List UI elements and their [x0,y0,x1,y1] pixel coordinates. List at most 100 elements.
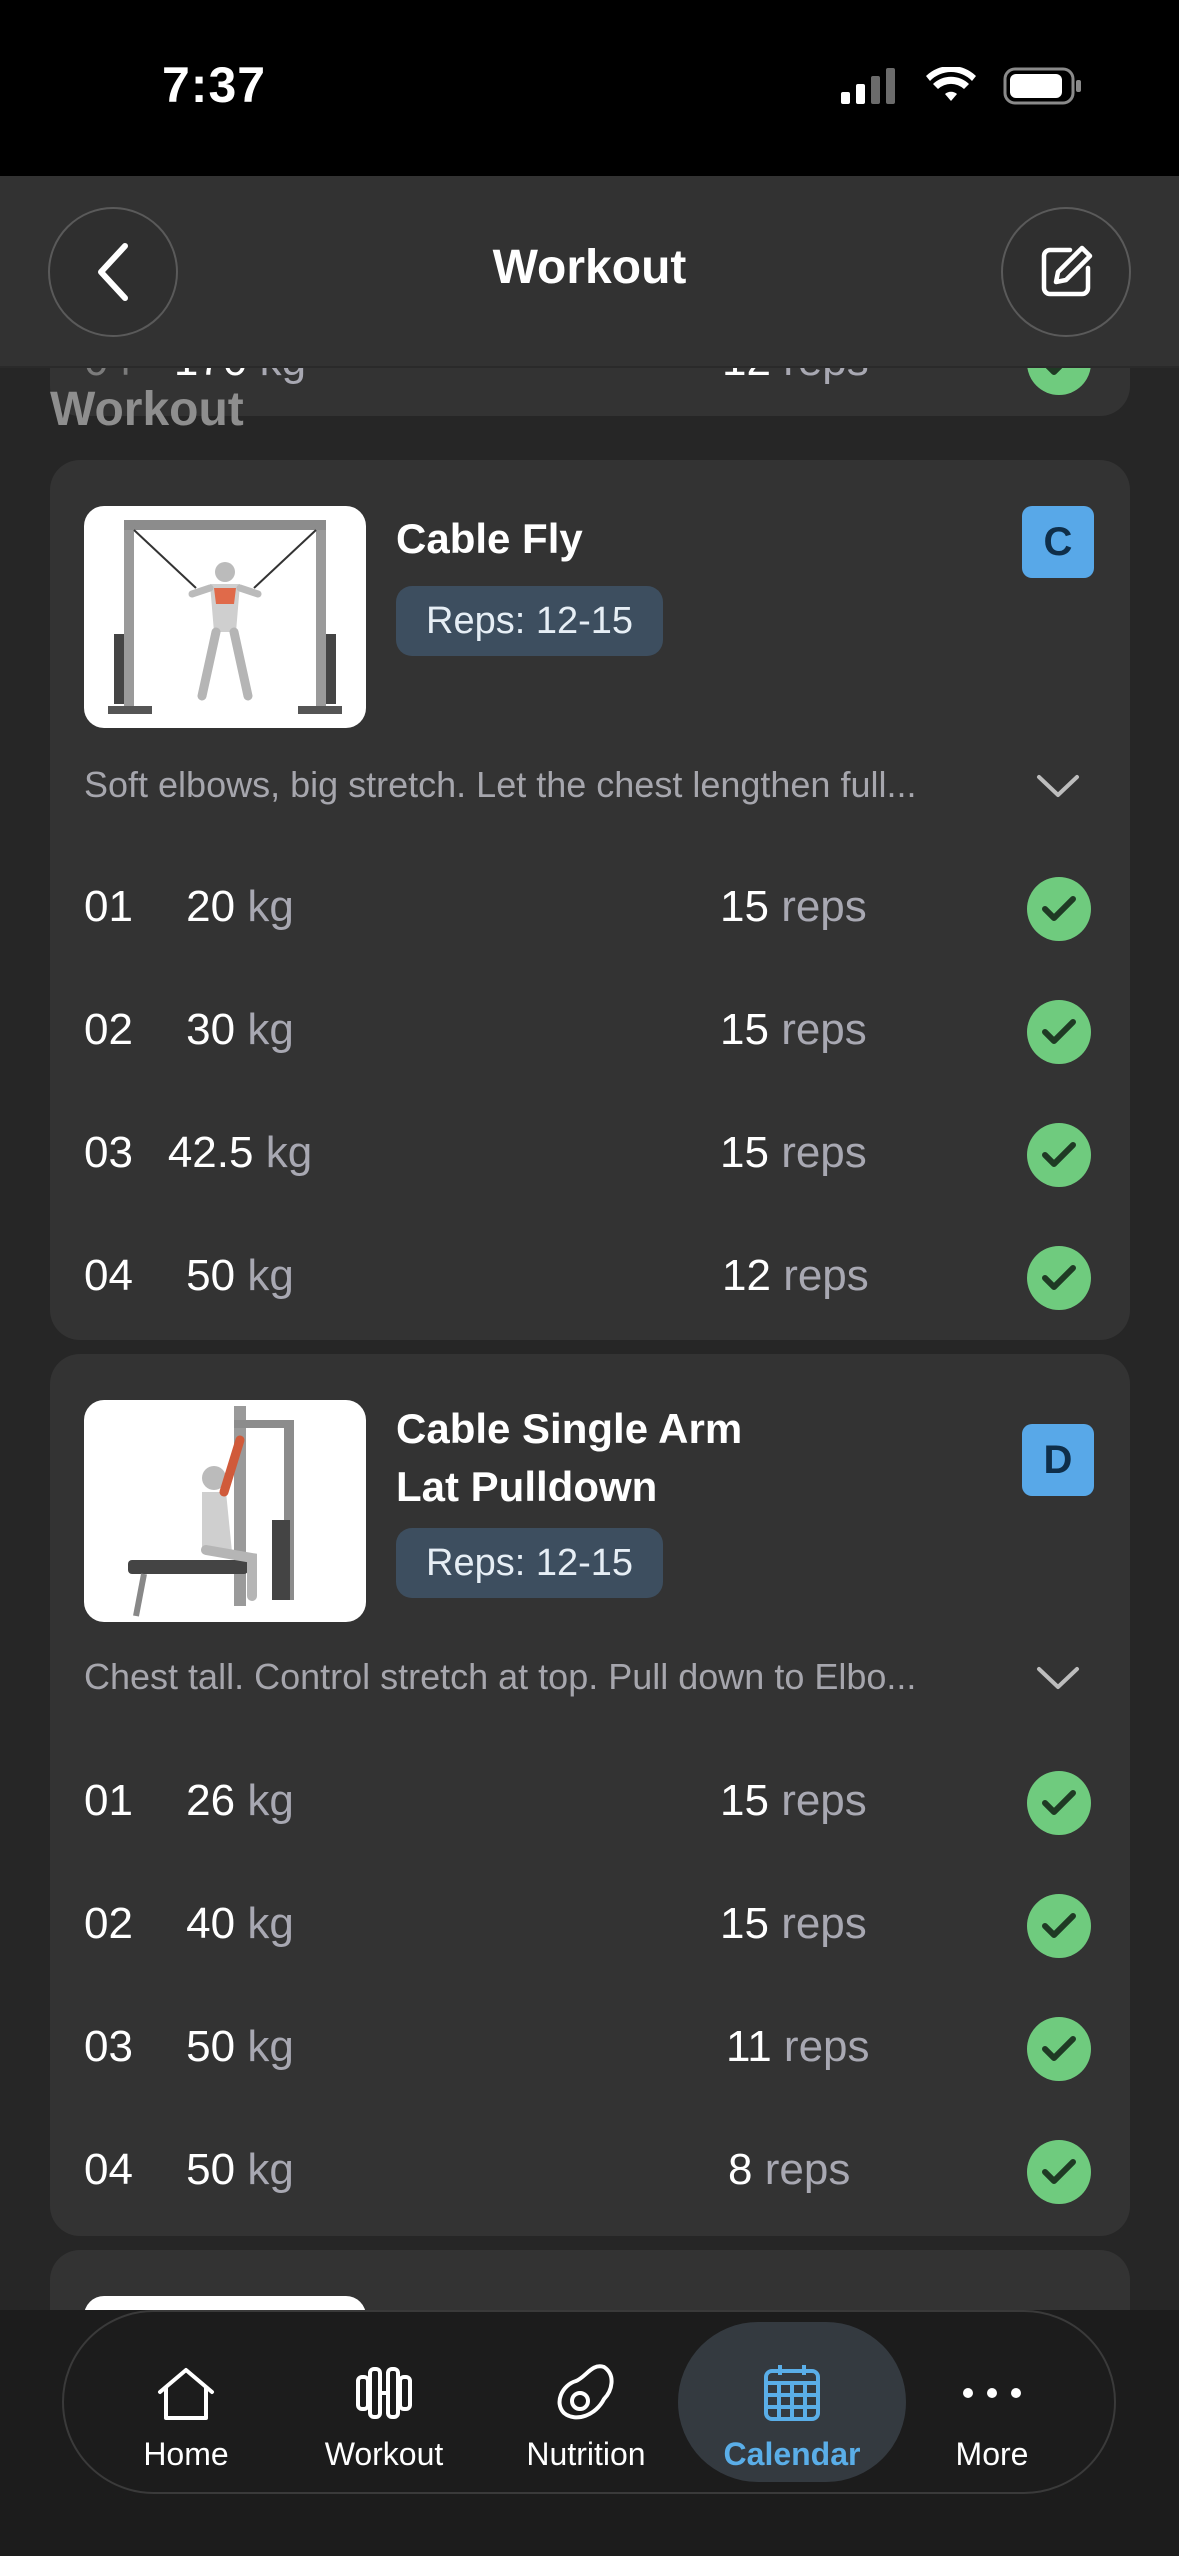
nav-label: More [955,2436,1029,2472]
set-row[interactable]: 04 50 kg 8 reps [50,2111,1130,2234]
reps-value: 15 [720,1899,769,1948]
battery-icon [1003,67,1081,105]
set-complete-check[interactable] [1027,1771,1091,1835]
set-complete-check[interactable] [1027,1000,1091,1064]
reps-value: 11 [726,2022,772,2071]
edit-icon [1041,245,1093,297]
nav-calendar[interactable]: Calendar [678,2322,906,2482]
nav-home[interactable]: Home [86,2322,286,2482]
reps-unit: reps [781,1899,867,1948]
weight-unit: kg [247,1899,294,1948]
set-weight: 50 kg [50,2022,430,2072]
set-complete-check[interactable] [1027,1246,1091,1310]
exercise-image[interactable] [84,1400,366,1622]
weight-value: 42.5 [167,1128,254,1177]
exercise-image[interactable] [84,2296,366,2310]
check-icon [1042,2159,1076,2184]
superset-badge: C [1022,506,1094,578]
reps-value: 8 [728,2145,753,2194]
check-icon [1042,1019,1076,1044]
lat-pulldown-illustration [128,1406,294,1617]
check-icon [1042,1790,1076,1815]
avocado-icon [551,2358,621,2428]
nav-nutrition[interactable]: Nutrition [486,2322,686,2482]
nav-label: Home [143,2436,229,2472]
workout-scroll-area[interactable]: Workout 04 170 kg 12 reps [0,368,1179,2310]
exercise-image[interactable] [84,506,366,728]
reps-unit: reps [781,1005,867,1054]
set-row[interactable]: 04 50 kg 12 reps [50,1217,1130,1340]
reps-unit: reps [783,1251,869,1300]
weight-value: 20 [186,882,236,931]
signal-icon [841,68,895,104]
reps-unit: reps [781,1776,867,1825]
nav-label: Workout [324,2436,444,2472]
superset-badge: D [1022,1424,1094,1496]
set-weight: 50 kg [50,1251,430,1301]
weight-value: 40 [186,1899,236,1948]
check-icon [1042,896,1076,921]
top-header: Workout [0,176,1179,368]
reps-value: 15 [720,1005,769,1054]
set-weight: 20 kg [50,882,430,932]
set-row[interactable]: 01 26 kg 15 reps [50,1742,1130,1865]
status-icons [841,64,1083,108]
exercise-card-cable-fly: Cable Fly Reps: 12-15 C Soft elbows, big… [50,460,1130,1340]
nav-label: Nutrition [526,2436,646,2472]
set-complete-check[interactable] [1027,2017,1091,2081]
reps-value: 15 [720,1776,769,1825]
set-weight: 42.5 kg [50,1128,430,1178]
reps-target-pill: Reps: 12-15 [396,586,664,656]
status-bar: 7:37 [0,0,1179,176]
chevron-down-icon [1037,1667,1079,1689]
set-weight: 30 kg [50,1005,430,1055]
exercise-name: Cable Fly [396,515,583,562]
set-complete-check[interactable] [1027,368,1091,395]
set-row[interactable]: 03 42.5 kg 15 reps [50,1094,1130,1217]
exercise-card-single-arm-lat-pulldown: Cable Single Arm Lat Pulldown Reps: 12-1… [50,1354,1130,2236]
weight-unit: kg [247,2145,294,2194]
set-complete-check[interactable] [1027,1123,1091,1187]
reps-unit: reps [783,368,869,385]
weight-value: 50 [186,2145,236,2194]
set-weight: 40 kg [50,1899,430,1949]
exercise-note[interactable]: Chest tall. Control stretch at top. Pull… [84,1656,1004,1698]
weight-value: 50 [186,2022,236,2071]
weight-unit: kg [247,1776,294,1825]
reps-value: 12 [722,1251,771,1300]
set-complete-check[interactable] [1027,877,1091,941]
weight-unit: kg [247,2022,294,2071]
set-complete-check[interactable] [1027,2140,1091,2204]
set-row[interactable]: 03 50 kg 11 reps [50,1988,1130,2111]
set-row[interactable]: 02 40 kg 15 reps [50,1865,1130,1988]
calendar-icon [757,2358,827,2428]
chevron-down-icon [1037,775,1079,797]
edit-button[interactable] [1001,207,1131,337]
weight-unit: kg [247,1251,294,1300]
set-row[interactable]: 02 30 kg 15 reps [50,971,1130,1094]
check-icon [1045,368,1063,375]
reps-value: 12 [722,368,771,385]
wifi-icon [926,67,976,101]
exercise-name-line1: Cable Single Arm [396,1405,743,1452]
status-time: 7:37 [162,57,267,113]
nav-more[interactable]: More [892,2322,1092,2482]
set-row[interactable]: 01 20 kg 15 reps [50,848,1130,971]
weight-unit: kg [260,368,306,385]
cable-fly-illustration [108,520,342,714]
expand-note-button[interactable] [1032,760,1084,812]
set-complete-check[interactable] [1027,1894,1091,1958]
reps-unit: reps [781,882,867,931]
dumbbell-icon [349,2358,419,2428]
section-label: Workout [50,383,244,436]
reps-target-pill: Reps: 12-15 [396,1528,664,1598]
exercise-note[interactable]: Soft elbows, big stretch. Let the chest … [84,764,1004,806]
reps-unit: reps [781,1128,867,1177]
expand-note-button[interactable] [1032,1652,1084,1704]
weight-value: 50 [186,1251,236,1300]
nav-workout[interactable]: Workout [284,2322,484,2482]
set-weight: 26 kg [50,1776,430,1826]
weight-unit: kg [265,1128,313,1177]
weight-value: 26 [186,1776,236,1825]
more-icon [957,2358,1027,2428]
